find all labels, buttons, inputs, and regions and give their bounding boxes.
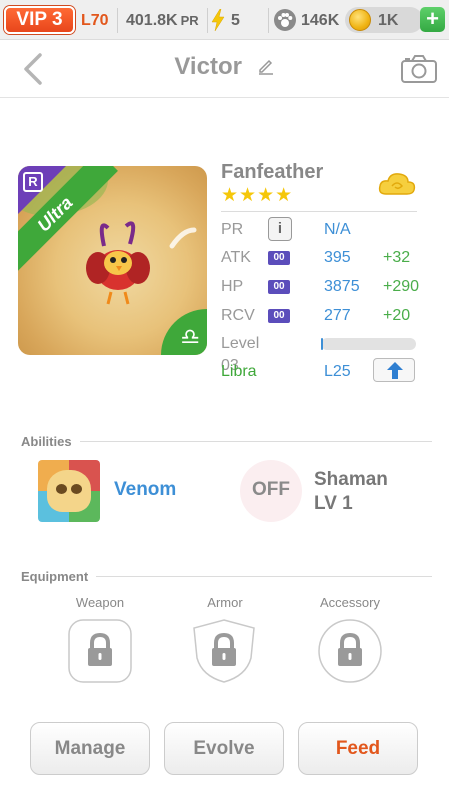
paw-icon: [274, 9, 296, 31]
stat-chip: 00: [268, 251, 290, 265]
equipment-title: Equipment: [21, 569, 89, 584]
pet-card[interactable]: R Ultra ♎: [18, 166, 207, 355]
stat-value: 395: [324, 249, 351, 266]
add-coins-button[interactable]: +: [420, 7, 445, 32]
stat-label: PR: [221, 221, 244, 238]
zodiac-level: L25: [324, 363, 351, 380]
xp-progress-fill: [321, 338, 323, 350]
vip-badge[interactable]: VIP 3: [4, 6, 75, 34]
weapon-slot[interactable]: [67, 618, 133, 684]
ability-name[interactable]: Shaman LV 1: [314, 468, 388, 516]
player-level: L70: [81, 12, 109, 29]
stat-bonus: +290: [383, 278, 420, 295]
abilities-title: Abilities: [21, 434, 72, 449]
weapon-label: Weapon: [75, 595, 125, 610]
stat-value: 3875: [324, 278, 360, 295]
stat-value: 277: [324, 307, 351, 324]
camera-icon[interactable]: [400, 54, 438, 84]
star-rating: ★★★★: [221, 185, 294, 206]
info-icon[interactable]: i: [268, 217, 292, 241]
accessory-label: Accessory: [320, 595, 380, 610]
divider: [268, 8, 269, 33]
ability-name[interactable]: Venom: [114, 479, 176, 501]
ability-level: LV 1: [314, 493, 353, 514]
divider: [117, 8, 118, 33]
feed-button[interactable]: Feed: [298, 722, 418, 775]
armor-slot[interactable]: [191, 618, 257, 684]
power-rating: 401.8K PR: [126, 9, 199, 33]
lightning-icon: [211, 9, 225, 31]
stat-bonus: +20: [383, 307, 411, 324]
stat-label: RCV: [221, 307, 255, 324]
skull-icon: [47, 470, 91, 512]
divider: [96, 576, 432, 577]
coin-icon: [349, 9, 371, 31]
divider: [207, 8, 208, 33]
page-title: Victor: [0, 53, 449, 81]
accessory-slot[interactable]: [317, 618, 383, 684]
stat-chip: 00: [268, 280, 290, 294]
divider: [221, 211, 417, 212]
status-bar: VIP 3 L70 401.8K PR 5 146K 1K +: [0, 0, 449, 40]
manage-button[interactable]: Manage: [30, 722, 150, 775]
pet-nickname: Victor: [174, 53, 242, 80]
ability-title: Shaman: [314, 469, 388, 490]
libra-icon: ♎: [180, 324, 200, 349]
evolve-button[interactable]: Evolve: [164, 722, 284, 775]
pet-species-name: Fanfeather: [221, 161, 324, 183]
stat-label: HP: [221, 278, 244, 295]
stat-chip: 00: [268, 309, 290, 323]
coin-count: 1K: [378, 12, 399, 29]
cloud-element-icon[interactable]: [378, 170, 416, 198]
divider: [80, 441, 432, 442]
arrow-up-icon: [387, 362, 403, 379]
zodiac-upgrade-button[interactable]: [373, 358, 415, 382]
venom-ability-icon[interactable]: [38, 460, 100, 522]
stat-bonus: +32: [383, 249, 411, 266]
stat-value: N/A: [324, 221, 351, 238]
xp-progress-bar: [321, 338, 416, 350]
energy-count: 5: [231, 12, 240, 29]
rarity-icon: R: [23, 172, 43, 192]
armor-label: Armor: [207, 595, 243, 610]
pencil-icon[interactable]: [257, 57, 275, 75]
shaman-ability-icon[interactable]: OFF: [240, 460, 302, 522]
zodiac-label: Libra: [221, 363, 257, 380]
power-rating-value: 401.8K: [126, 12, 178, 29]
bone-decoration: [169, 227, 197, 249]
power-rating-unit: PR: [180, 13, 199, 28]
pet-image: [86, 221, 150, 305]
zodiac-badge: ♎: [161, 309, 207, 355]
ability-status: OFF: [252, 479, 290, 500]
stat-label: ATK: [221, 249, 251, 266]
page-header: Victor: [0, 40, 449, 98]
paw-count: 146K: [301, 12, 340, 29]
